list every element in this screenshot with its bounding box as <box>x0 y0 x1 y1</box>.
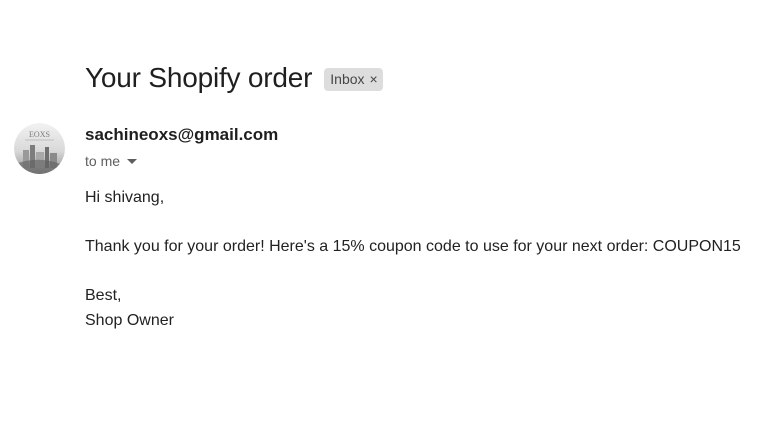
body-greeting: Hi shivang, <box>85 189 165 206</box>
subject-row: Your Shopify order Inbox × <box>85 62 383 94</box>
recipient-row[interactable]: to me <box>85 153 138 169</box>
sender-avatar-image: EOXS <box>14 123 65 174</box>
email-body: Hi shivang, Thank you for your order! He… <box>85 186 760 333</box>
inbox-label-text: Inbox <box>330 70 365 87</box>
body-signoff: Best, <box>85 287 122 304</box>
avatar-logo-text: EOXS <box>29 130 50 139</box>
show-details-dropdown-icon[interactable] <box>127 158 138 164</box>
sender-email[interactable]: sachineoxs@gmail.com <box>85 125 278 145</box>
recipient-text: to me <box>85 153 121 169</box>
remove-label-icon[interactable]: × <box>370 70 378 88</box>
body-message: Thank you for your order! Here's a 15% c… <box>85 238 741 255</box>
email-view: Your Shopify order Inbox × EOXS sachineo… <box>0 0 765 430</box>
inbox-label-chip[interactable]: Inbox × <box>324 67 383 91</box>
email-subject: Your Shopify order <box>85 62 313 93</box>
body-signature: Shop Owner <box>85 311 174 329</box>
sender-avatar[interactable]: EOXS <box>14 123 65 174</box>
